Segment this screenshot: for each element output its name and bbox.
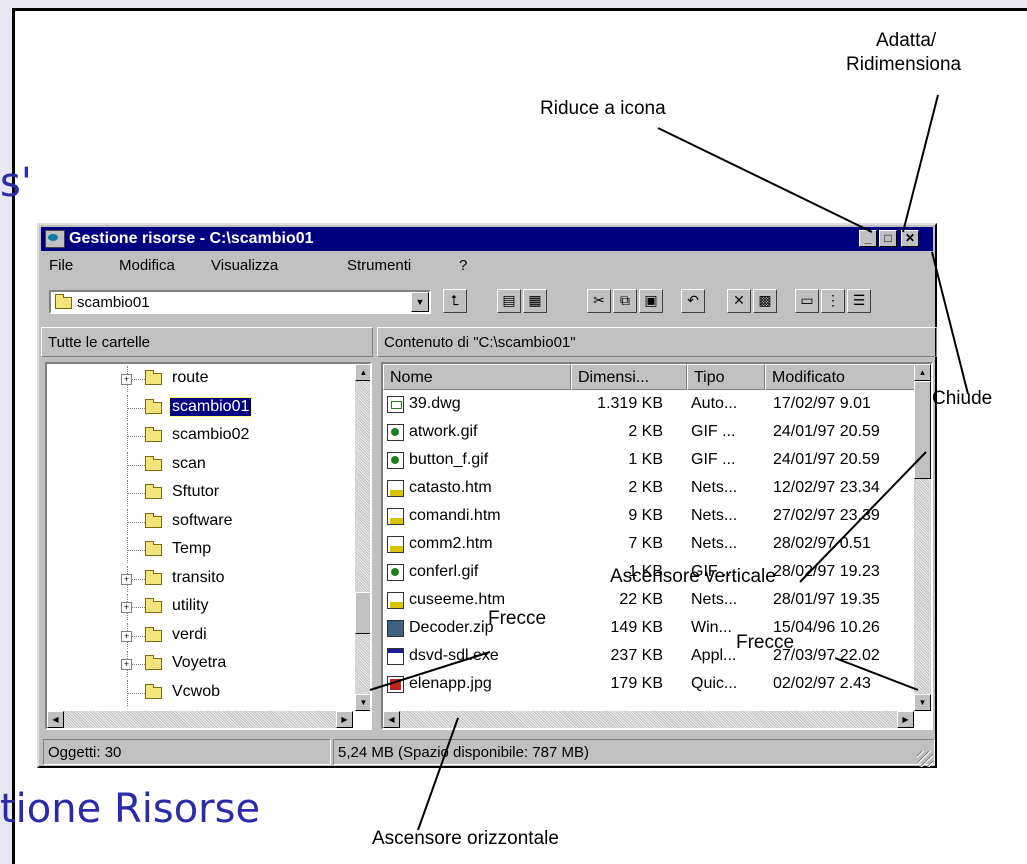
arrow-arrows-left (369, 651, 491, 691)
label-ascensore-orizzontale: Ascensore orizzontale (372, 828, 559, 849)
label-adatta: Adatta/ (876, 30, 937, 51)
label-chiude: Chiude (932, 388, 993, 409)
arrow-close (931, 251, 969, 395)
label-ascensore-verticale: Ascensore verticale (610, 566, 776, 587)
annotation-arrows (369, 94, 969, 831)
label-riduce: Riduce a icona (540, 98, 666, 119)
arrow-horizontal-scroll (417, 717, 459, 831)
arrow-arrows-right (834, 657, 919, 691)
arrow-maximize (902, 94, 939, 233)
arrow-vertical-thumb (799, 451, 927, 583)
label-frecce-left: Frecce (488, 608, 547, 629)
arrow-minimize (657, 127, 873, 233)
label-ridimensiona: Ridimensiona (846, 54, 962, 75)
label-frecce-right: Frecce (736, 632, 795, 653)
